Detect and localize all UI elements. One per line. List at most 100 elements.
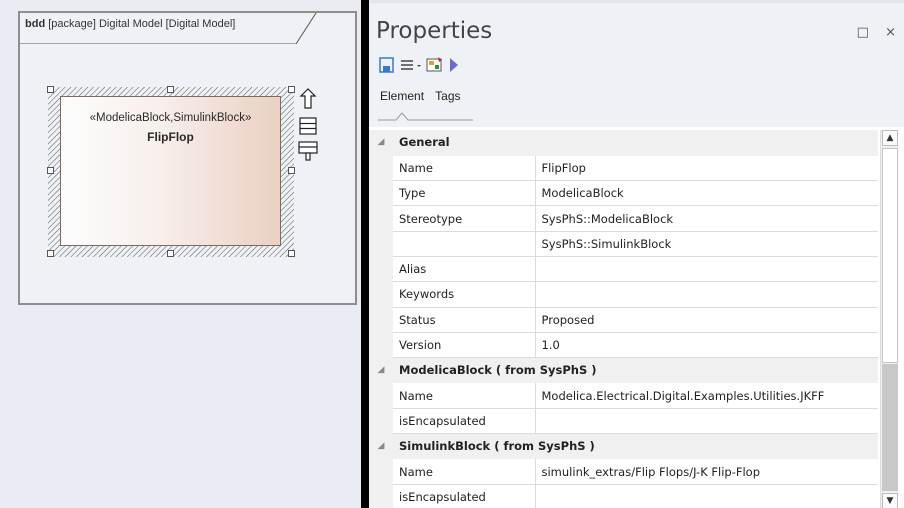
frame-title-text: [package] Digital Model [Digital Model] <box>48 18 236 30</box>
pane-divider[interactable] <box>361 0 369 508</box>
frame-kind: bdd <box>25 18 46 30</box>
save-icon[interactable] <box>379 57 394 73</box>
properties-tabs: Element Tags <box>380 89 469 103</box>
row-gutter <box>369 484 393 508</box>
dropdown-arrow-icon[interactable] <box>417 65 421 67</box>
property-row[interactable]: SysPhS::SimulinkBlock <box>369 231 878 257</box>
property-value[interactable]: FlipFlop <box>535 155 878 182</box>
features-list-icon[interactable] <box>299 117 317 135</box>
property-value[interactable] <box>535 408 878 435</box>
row-gutter <box>369 382 393 409</box>
property-key: Status <box>393 307 536 333</box>
element-properties-icon[interactable] <box>298 141 318 161</box>
resize-handle[interactable] <box>47 86 54 93</box>
property-row[interactable]: Version 1.0 <box>369 332 878 359</box>
diagram-pane: bdd [package] Digital Model [Digital Mod… <box>0 0 361 508</box>
property-value[interactable]: SysPhS::SimulinkBlock <box>535 231 878 257</box>
section-header[interactable]: ◢ ModelicaBlock ( from SysPhS ) <box>369 357 878 384</box>
property-row[interactable]: Name FlipFlop <box>369 155 878 182</box>
property-key: Stereotype <box>393 205 536 232</box>
properties-window: Properties □ × Element Tags ◢ General Na… <box>369 0 904 508</box>
section-header[interactable]: ◢ SimulinkBlock ( from SysPhS ) <box>369 433 878 460</box>
resize-handle[interactable] <box>47 250 54 257</box>
quick-linker-arrow-icon[interactable] <box>299 88 317 109</box>
property-value[interactable]: Modelica.Electrical.Digital.Examples.Uti… <box>535 382 878 409</box>
active-tab-indicator <box>378 112 473 121</box>
collapse-triangle-icon[interactable]: ◢ <box>369 357 393 384</box>
scroll-thumb[interactable] <box>882 148 898 363</box>
row-gutter <box>369 180 393 207</box>
property-grid-body: ◢ General Name FlipFlop Type ModelicaBlock Ste… <box>369 130 878 508</box>
property-row[interactable]: Type ModelicaBlock <box>369 180 878 207</box>
scroll-down-icon[interactable]: ▼ <box>882 493 898 508</box>
property-row[interactable]: Name simulink_extras/Flip Flops/J-K Flip-… <box>369 458 878 485</box>
element-icon[interactable] <box>426 57 442 72</box>
row-gutter <box>369 332 393 359</box>
resize-handle[interactable] <box>167 250 174 257</box>
row-gutter <box>369 256 393 283</box>
property-key: Version <box>393 332 536 359</box>
collapse-triangle-icon[interactable]: ◢ <box>369 130 393 156</box>
row-gutter <box>369 458 393 485</box>
close-button[interactable]: × <box>885 25 896 40</box>
property-row[interactable]: isEncapsulated <box>369 408 878 435</box>
section-header[interactable]: ◢ General <box>369 130 878 156</box>
scroll-up-icon[interactable]: ▲ <box>882 130 898 146</box>
property-value[interactable]: Proposed <box>535 307 878 333</box>
property-value[interactable]: 1.0 <box>535 332 878 359</box>
property-key: isEncapsulated <box>393 484 536 508</box>
block-name: FlipFlop <box>147 130 194 144</box>
section-title: SimulinkBlock ( from SysPhS ) <box>393 433 878 460</box>
property-row[interactable]: Alias <box>369 256 878 283</box>
vertical-scrollbar[interactable]: ▲ ▼ <box>880 130 898 508</box>
section-title: ModelicaBlock ( from SysPhS ) <box>393 357 878 384</box>
row-gutter <box>369 307 393 333</box>
property-key: Keywords <box>393 281 536 308</box>
property-key: Name <box>393 458 536 485</box>
flipflop-block[interactable]: «ModelicaBlock,SimulinkBlock» FlipFlop <box>60 96 281 246</box>
property-row[interactable]: Status Proposed <box>369 307 878 333</box>
row-gutter <box>369 281 393 308</box>
property-key: Type <box>393 180 536 207</box>
row-gutter <box>369 231 393 257</box>
property-row[interactable]: Stereotype SysPhS::ModelicaBlock <box>369 205 878 232</box>
tab-tags[interactable]: Tags <box>435 89 460 103</box>
resize-handle[interactable] <box>288 250 295 257</box>
resize-handle[interactable] <box>288 86 295 93</box>
property-key: Name <box>393 382 536 409</box>
resize-handle[interactable] <box>167 86 174 93</box>
property-row[interactable]: Name Modelica.Electrical.Digital.Examples… <box>369 382 878 409</box>
block-stereotypes: «ModelicaBlock,SimulinkBlock» <box>89 112 252 124</box>
property-value[interactable] <box>535 484 878 508</box>
resize-handle[interactable] <box>47 167 54 174</box>
property-key: Name <box>393 155 536 182</box>
properties-title: Properties <box>376 18 493 44</box>
property-key: isEncapsulated <box>393 408 536 435</box>
section-title: General <box>393 130 878 156</box>
menu-icon[interactable] <box>401 60 413 70</box>
properties-header: Properties □ × Element Tags <box>369 3 904 127</box>
frame-title: bdd [package] Digital Model [Digital Mod… <box>25 18 235 30</box>
property-value[interactable] <box>535 281 878 308</box>
property-value[interactable]: simulink_extras/Flip Flops/J-K Flip-Flop <box>535 458 878 485</box>
resize-handle[interactable] <box>288 167 295 174</box>
row-gutter <box>369 155 393 182</box>
maximize-button[interactable]: □ <box>857 25 869 40</box>
property-row[interactable]: isEncapsulated <box>369 484 878 508</box>
property-grid: ◢ General Name FlipFlop Type ModelicaBlock Ste… <box>369 130 878 508</box>
window-controls: □ × <box>845 25 896 40</box>
collapse-triangle-icon[interactable]: ◢ <box>369 433 393 460</box>
property-value[interactable]: ModelicaBlock <box>535 180 878 207</box>
property-row[interactable]: Keywords <box>369 281 878 308</box>
property-key: Alias <box>393 256 536 283</box>
property-value[interactable] <box>535 256 878 283</box>
frame-tab: bdd [package] Digital Model [Digital Mod… <box>20 13 325 44</box>
tab-element[interactable]: Element <box>380 89 424 103</box>
property-value[interactable]: SysPhS::ModelicaBlock <box>535 205 878 232</box>
properties-toolbar <box>379 56 579 74</box>
run-arrow-icon[interactable] <box>450 58 458 72</box>
property-key <box>393 231 536 257</box>
quick-linker-icons <box>296 88 320 178</box>
scroll-track[interactable] <box>882 364 898 491</box>
row-gutter <box>369 205 393 232</box>
